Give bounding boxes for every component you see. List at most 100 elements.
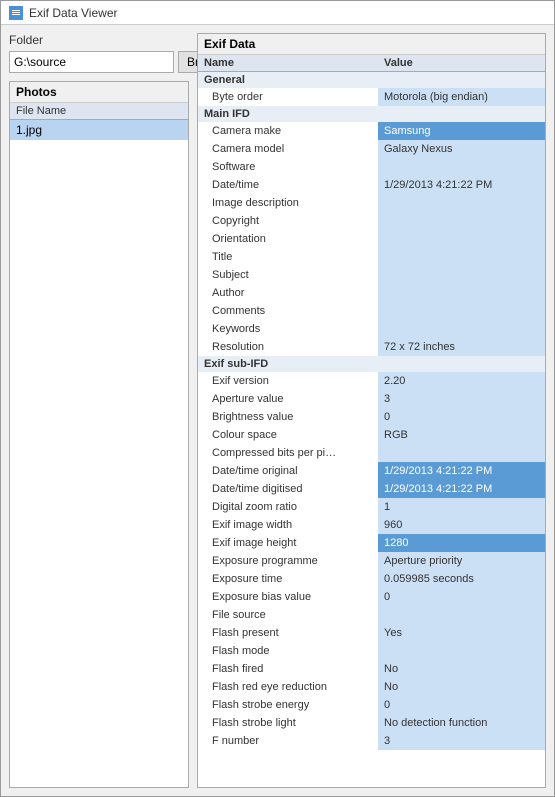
row-value-cell: 0 [378,408,545,426]
row-name-cell: Keywords [198,320,378,338]
table-row: Orientation [198,230,545,248]
table-row: Camera modelGalaxy Nexus [198,140,545,158]
table-row: Flash strobe lightNo detection function [198,714,545,732]
table-row: Compressed bits per pi… [198,444,545,462]
row-name-cell: Byte order [198,88,378,106]
row-value-cell [378,606,545,624]
app-icon [9,6,23,20]
row-name-cell: Title [198,248,378,266]
row-value-cell [378,158,545,176]
row-name-cell: Compressed bits per pi… [198,444,378,462]
row-value-cell: 0 [378,696,545,714]
photos-column-header: File Name [10,103,188,120]
folder-input[interactable] [9,51,174,73]
main-window: Exif Data Viewer Folder Browse Photos Fi… [0,0,555,797]
row-value-cell [378,230,545,248]
row-value-cell: 1/29/2013 4:21:22 PM [378,480,545,498]
row-name-cell: Subject [198,266,378,284]
table-row: Exposure time0.059985 seconds [198,570,545,588]
row-name-cell: Exif image width [198,516,378,534]
table-row: Camera makeSamsung [198,122,545,140]
table-row: Flash presentYes [198,624,545,642]
table-row: Keywords [198,320,545,338]
table-row: Colour spaceRGB [198,426,545,444]
folder-section: Folder Browse [9,33,189,73]
row-value-cell [378,302,545,320]
row-name-cell: Image description [198,194,378,212]
title-bar: Exif Data Viewer [1,1,554,25]
row-value-cell [378,284,545,302]
table-row: Comments [198,302,545,320]
left-panel: Folder Browse Photos File Name 1.jpg [9,33,189,788]
table-row: Subject [198,266,545,284]
row-value-cell: No [378,660,545,678]
table-row: Date/time original1/29/2013 4:21:22 PM [198,462,545,480]
row-name-cell: Resolution [198,338,378,356]
row-name-cell: Date/time [198,176,378,194]
row-name-cell: Orientation [198,230,378,248]
row-value-cell [378,194,545,212]
table-row: Copyright [198,212,545,230]
row-value-cell: RGB [378,426,545,444]
row-value-cell: No detection function [378,714,545,732]
photo-item[interactable]: 1.jpg [10,120,188,140]
section-header-row: Exif sub-IFD [198,356,545,372]
table-row: Image description [198,194,545,212]
table-row: Flash firedNo [198,660,545,678]
row-name-cell: Aperture value [198,390,378,408]
row-name-cell: Camera make [198,122,378,140]
table-row: Exif image width960 [198,516,545,534]
exif-data-table: Name Value GeneralByte orderMotorola (bi… [198,55,545,750]
row-name-cell: Flash present [198,624,378,642]
table-row: F number3 [198,732,545,750]
photos-header: Photos [10,82,188,103]
table-row: Author [198,284,545,302]
row-name-cell: Date/time original [198,462,378,480]
table-header-row: Name Value [198,55,545,72]
photos-list[interactable]: 1.jpg [10,120,188,787]
row-name-cell: Flash fired [198,660,378,678]
row-value-cell: 72 x 72 inches [378,338,545,356]
row-value-cell: 0.059985 seconds [378,570,545,588]
table-row: Exif version2.20 [198,372,545,390]
row-value-cell: No [378,678,545,696]
folder-label: Folder [9,33,189,47]
row-name-cell: Digital zoom ratio [198,498,378,516]
exif-table: Name Value GeneralByte orderMotorola (bi… [198,55,545,787]
row-name-cell: Flash strobe light [198,714,378,732]
row-value-cell: Yes [378,624,545,642]
table-row: Flash strobe energy0 [198,696,545,714]
row-value-cell: Samsung [378,122,545,140]
table-row: Exif image height1280 [198,534,545,552]
table-row: Brightness value0 [198,408,545,426]
table-row: Flash red eye reductionNo [198,678,545,696]
table-row: Resolution72 x 72 inches [198,338,545,356]
row-value-cell [378,212,545,230]
table-row: Exposure programmeAperture priority [198,552,545,570]
row-value-cell: 1/29/2013 4:21:22 PM [378,462,545,480]
row-name-cell: Exposure time [198,570,378,588]
row-value-cell: 960 [378,516,545,534]
table-row: Digital zoom ratio1 [198,498,545,516]
table-row: Flash mode [198,642,545,660]
right-panel: Exif Data Name Value GeneralByte orderMo… [197,33,546,788]
row-name-cell: Exif version [198,372,378,390]
table-row: Date/time1/29/2013 4:21:22 PM [198,176,545,194]
row-value-cell [378,248,545,266]
row-name-cell: Comments [198,302,378,320]
section-header-row: Main IFD [198,106,545,122]
row-name-cell: Exposure bias value [198,588,378,606]
row-name-cell: Software [198,158,378,176]
folder-row: Browse [9,51,189,73]
row-name-cell: Date/time digitised [198,480,378,498]
row-value-cell [378,642,545,660]
row-value-cell: 2.20 [378,372,545,390]
row-value-cell: 1/29/2013 4:21:22 PM [378,176,545,194]
value-column-header: Value [378,55,545,72]
row-value-cell: 3 [378,732,545,750]
table-row: Software [198,158,545,176]
row-name-cell: Exif image height [198,534,378,552]
table-row: Byte orderMotorola (big endian) [198,88,545,106]
row-name-cell: Exposure programme [198,552,378,570]
photos-section: Photos File Name 1.jpg [9,81,189,788]
